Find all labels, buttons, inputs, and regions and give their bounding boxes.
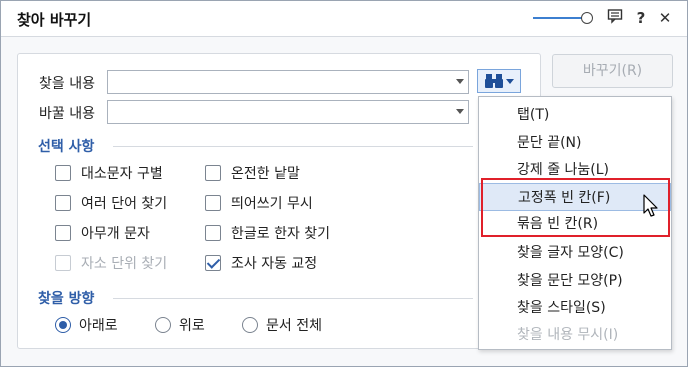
- radio-down[interactable]: 아래로: [55, 314, 118, 336]
- direction-divider: [113, 298, 473, 299]
- replace-combo[interactable]: [107, 100, 469, 124]
- radio-label: 아래로: [79, 318, 118, 334]
- checkbox-hanja[interactable]: 한글로 한자 찾기: [205, 222, 330, 244]
- radio-button[interactable]: [55, 317, 71, 333]
- checkbox-box[interactable]: [205, 225, 221, 241]
- replace-label: 바꿀 내용: [39, 106, 95, 122]
- direction-heading: 찾을 방향: [38, 291, 95, 307]
- help-icon[interactable]: ?: [631, 8, 651, 28]
- find-combo[interactable]: [107, 70, 469, 94]
- checkbox-label: 띄어쓰기 무시: [231, 196, 313, 212]
- checkbox-jaso: 자소 단위 찾기: [55, 252, 167, 274]
- highlight-annotation-box: [481, 178, 670, 237]
- menu-item-ignore-content: 찾을 내용 무시(I): [517, 327, 619, 343]
- dialog-title: 찾아 바꾸기: [17, 11, 92, 29]
- options-heading: 선택 사항: [38, 139, 95, 155]
- replace-button[interactable]: 바꾸기(R): [552, 54, 673, 88]
- radio-whole-document[interactable]: 문서 전체: [242, 314, 322, 336]
- opacity-slider-knob[interactable]: [581, 12, 593, 24]
- checkbox-label: 여러 단어 찾기: [81, 196, 168, 212]
- opacity-slider-track[interactable]: [533, 17, 585, 19]
- checkbox-box: [55, 255, 71, 271]
- checkbox-label: 아무개 문자: [81, 226, 150, 242]
- checkbox-label: 온전한 낱말: [231, 166, 300, 182]
- checkbox-label: 조사 자동 교정: [231, 256, 318, 272]
- checkbox-case-sensitive[interactable]: 대소문자 구별: [55, 162, 163, 184]
- checkbox-label: 대소문자 구별: [81, 166, 163, 182]
- binoculars-icon: [485, 74, 503, 88]
- special-char-button[interactable]: [477, 69, 521, 93]
- menu-item-paragraph-end[interactable]: 문단 끝(N): [479, 129, 671, 157]
- find-replace-dialog: 찾아 바꾸기 ? ✕ 찾을 내용 바꿀 내용 바꾸기(R) 선택 사항 대소문자: [0, 0, 688, 367]
- checkbox-whole-word[interactable]: 온전한 낱말: [205, 162, 300, 184]
- radio-label: 문서 전체: [266, 318, 322, 334]
- radio-button[interactable]: [155, 317, 171, 333]
- checkbox-label: 한글로 한자 찾기: [231, 226, 331, 242]
- close-icon[interactable]: ✕: [655, 8, 675, 28]
- checkbox-box[interactable]: [55, 165, 71, 181]
- checkbox-wildcard[interactable]: 아무개 문자: [55, 222, 150, 244]
- options-divider: [113, 146, 473, 147]
- menu-item-tab[interactable]: 탭(T): [479, 101, 671, 129]
- checkbox-box[interactable]: [205, 195, 221, 211]
- menu-item-style[interactable]: 찾을 스타일(S): [479, 294, 671, 322]
- find-label: 찾을 내용: [39, 76, 95, 92]
- checkbox-josa[interactable]: 조사 자동 교정: [205, 252, 317, 274]
- mouse-cursor-icon: [643, 194, 658, 217]
- chevron-down-icon[interactable]: [456, 79, 464, 84]
- radio-up[interactable]: 위로: [155, 314, 205, 336]
- checkbox-multi-word[interactable]: 여러 단어 찾기: [55, 192, 167, 214]
- chevron-down-icon[interactable]: [456, 109, 464, 114]
- menu-item-char-shape[interactable]: 찾을 글자 모양(C): [479, 239, 671, 267]
- checkbox-box[interactable]: [205, 165, 221, 181]
- radio-label: 위로: [179, 318, 205, 334]
- checkbox-ignore-spacing[interactable]: 띄어쓰기 무시: [205, 192, 313, 214]
- comment-icon[interactable]: [605, 8, 625, 28]
- chevron-down-icon: [506, 79, 514, 84]
- menu-item-para-shape[interactable]: 찾을 문단 모양(P): [479, 267, 671, 295]
- radio-button[interactable]: [242, 317, 258, 333]
- checkbox-box[interactable]: [55, 195, 71, 211]
- checkbox-label: 자소 단위 찾기: [81, 256, 168, 272]
- checkbox-box[interactable]: [55, 225, 71, 241]
- title-bar: 찾아 바꾸기 ? ✕: [1, 1, 687, 37]
- checkbox-box[interactable]: [205, 255, 221, 271]
